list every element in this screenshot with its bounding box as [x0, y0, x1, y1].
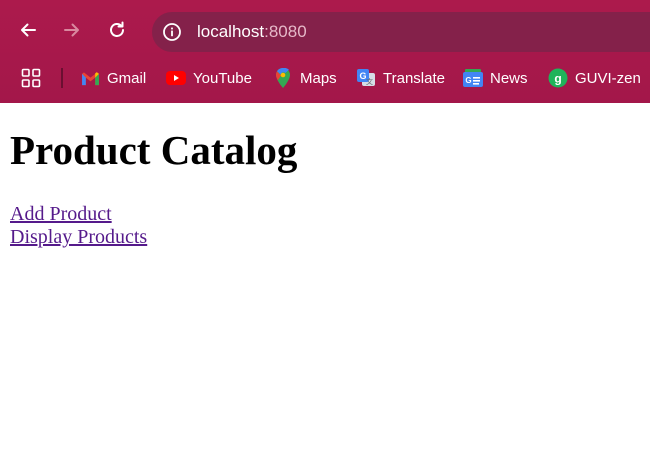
browser-toolbar: localhost:8080 [0, 0, 650, 58]
site-info-icon[interactable] [160, 20, 184, 44]
bookmark-label: Translate [383, 69, 445, 87]
youtube-icon [166, 68, 186, 88]
address-bar[interactable]: localhost:8080 [152, 12, 650, 52]
url-host: localhost [197, 22, 265, 41]
reload-icon [110, 21, 124, 37]
url-text: localhost:8080 [197, 22, 307, 42]
guvi-icon: g [548, 68, 568, 88]
page-title: Product Catalog [10, 127, 298, 173]
bookmark-guvi-zen[interactable]: g GUVI-zen [548, 66, 641, 90]
nav-links: Add Product Display Products [10, 203, 147, 249]
svg-text:G: G [465, 76, 471, 85]
back-arrow-icon [21, 23, 36, 37]
reload-button[interactable] [101, 14, 133, 46]
browser-chrome: localhost:8080 Gmail YouTube Maps G 文 Tr… [0, 0, 650, 103]
bookmark-label: GUVI-zen [575, 69, 641, 87]
bookmark-maps[interactable]: Maps [273, 66, 337, 90]
bookmark-label: News [490, 69, 528, 87]
back-button[interactable] [12, 14, 44, 46]
bookmark-label: Gmail [107, 69, 147, 87]
url-port: :8080 [264, 22, 307, 41]
add-product-link[interactable]: Add Product [10, 203, 147, 226]
translate-icon: G 文 [356, 68, 376, 88]
bookmark-translate[interactable]: G 文 Translate [356, 66, 445, 90]
forward-arrow-icon [64, 23, 79, 37]
page-content: Product Catalog Add Product Display Prod… [0, 103, 650, 456]
bookmark-news[interactable]: G News [463, 66, 528, 90]
bookmark-gmail[interactable]: Gmail [80, 66, 146, 90]
apps-grid-icon[interactable] [21, 68, 41, 88]
svg-text:文: 文 [366, 77, 373, 86]
news-icon: G [463, 68, 483, 88]
bookmark-label: Maps [300, 69, 337, 87]
maps-icon [273, 68, 293, 88]
bookmarks-bar: Gmail YouTube Maps G 文 Translate G News … [0, 60, 650, 96]
display-products-link[interactable]: Display Products [10, 226, 147, 249]
bookmark-label: YouTube [193, 69, 252, 87]
bookmarks-divider [61, 68, 63, 88]
forward-button[interactable] [56, 14, 88, 46]
svg-text:g: g [554, 72, 561, 86]
gmail-icon [80, 68, 100, 88]
bookmark-youtube[interactable]: YouTube [166, 66, 252, 90]
